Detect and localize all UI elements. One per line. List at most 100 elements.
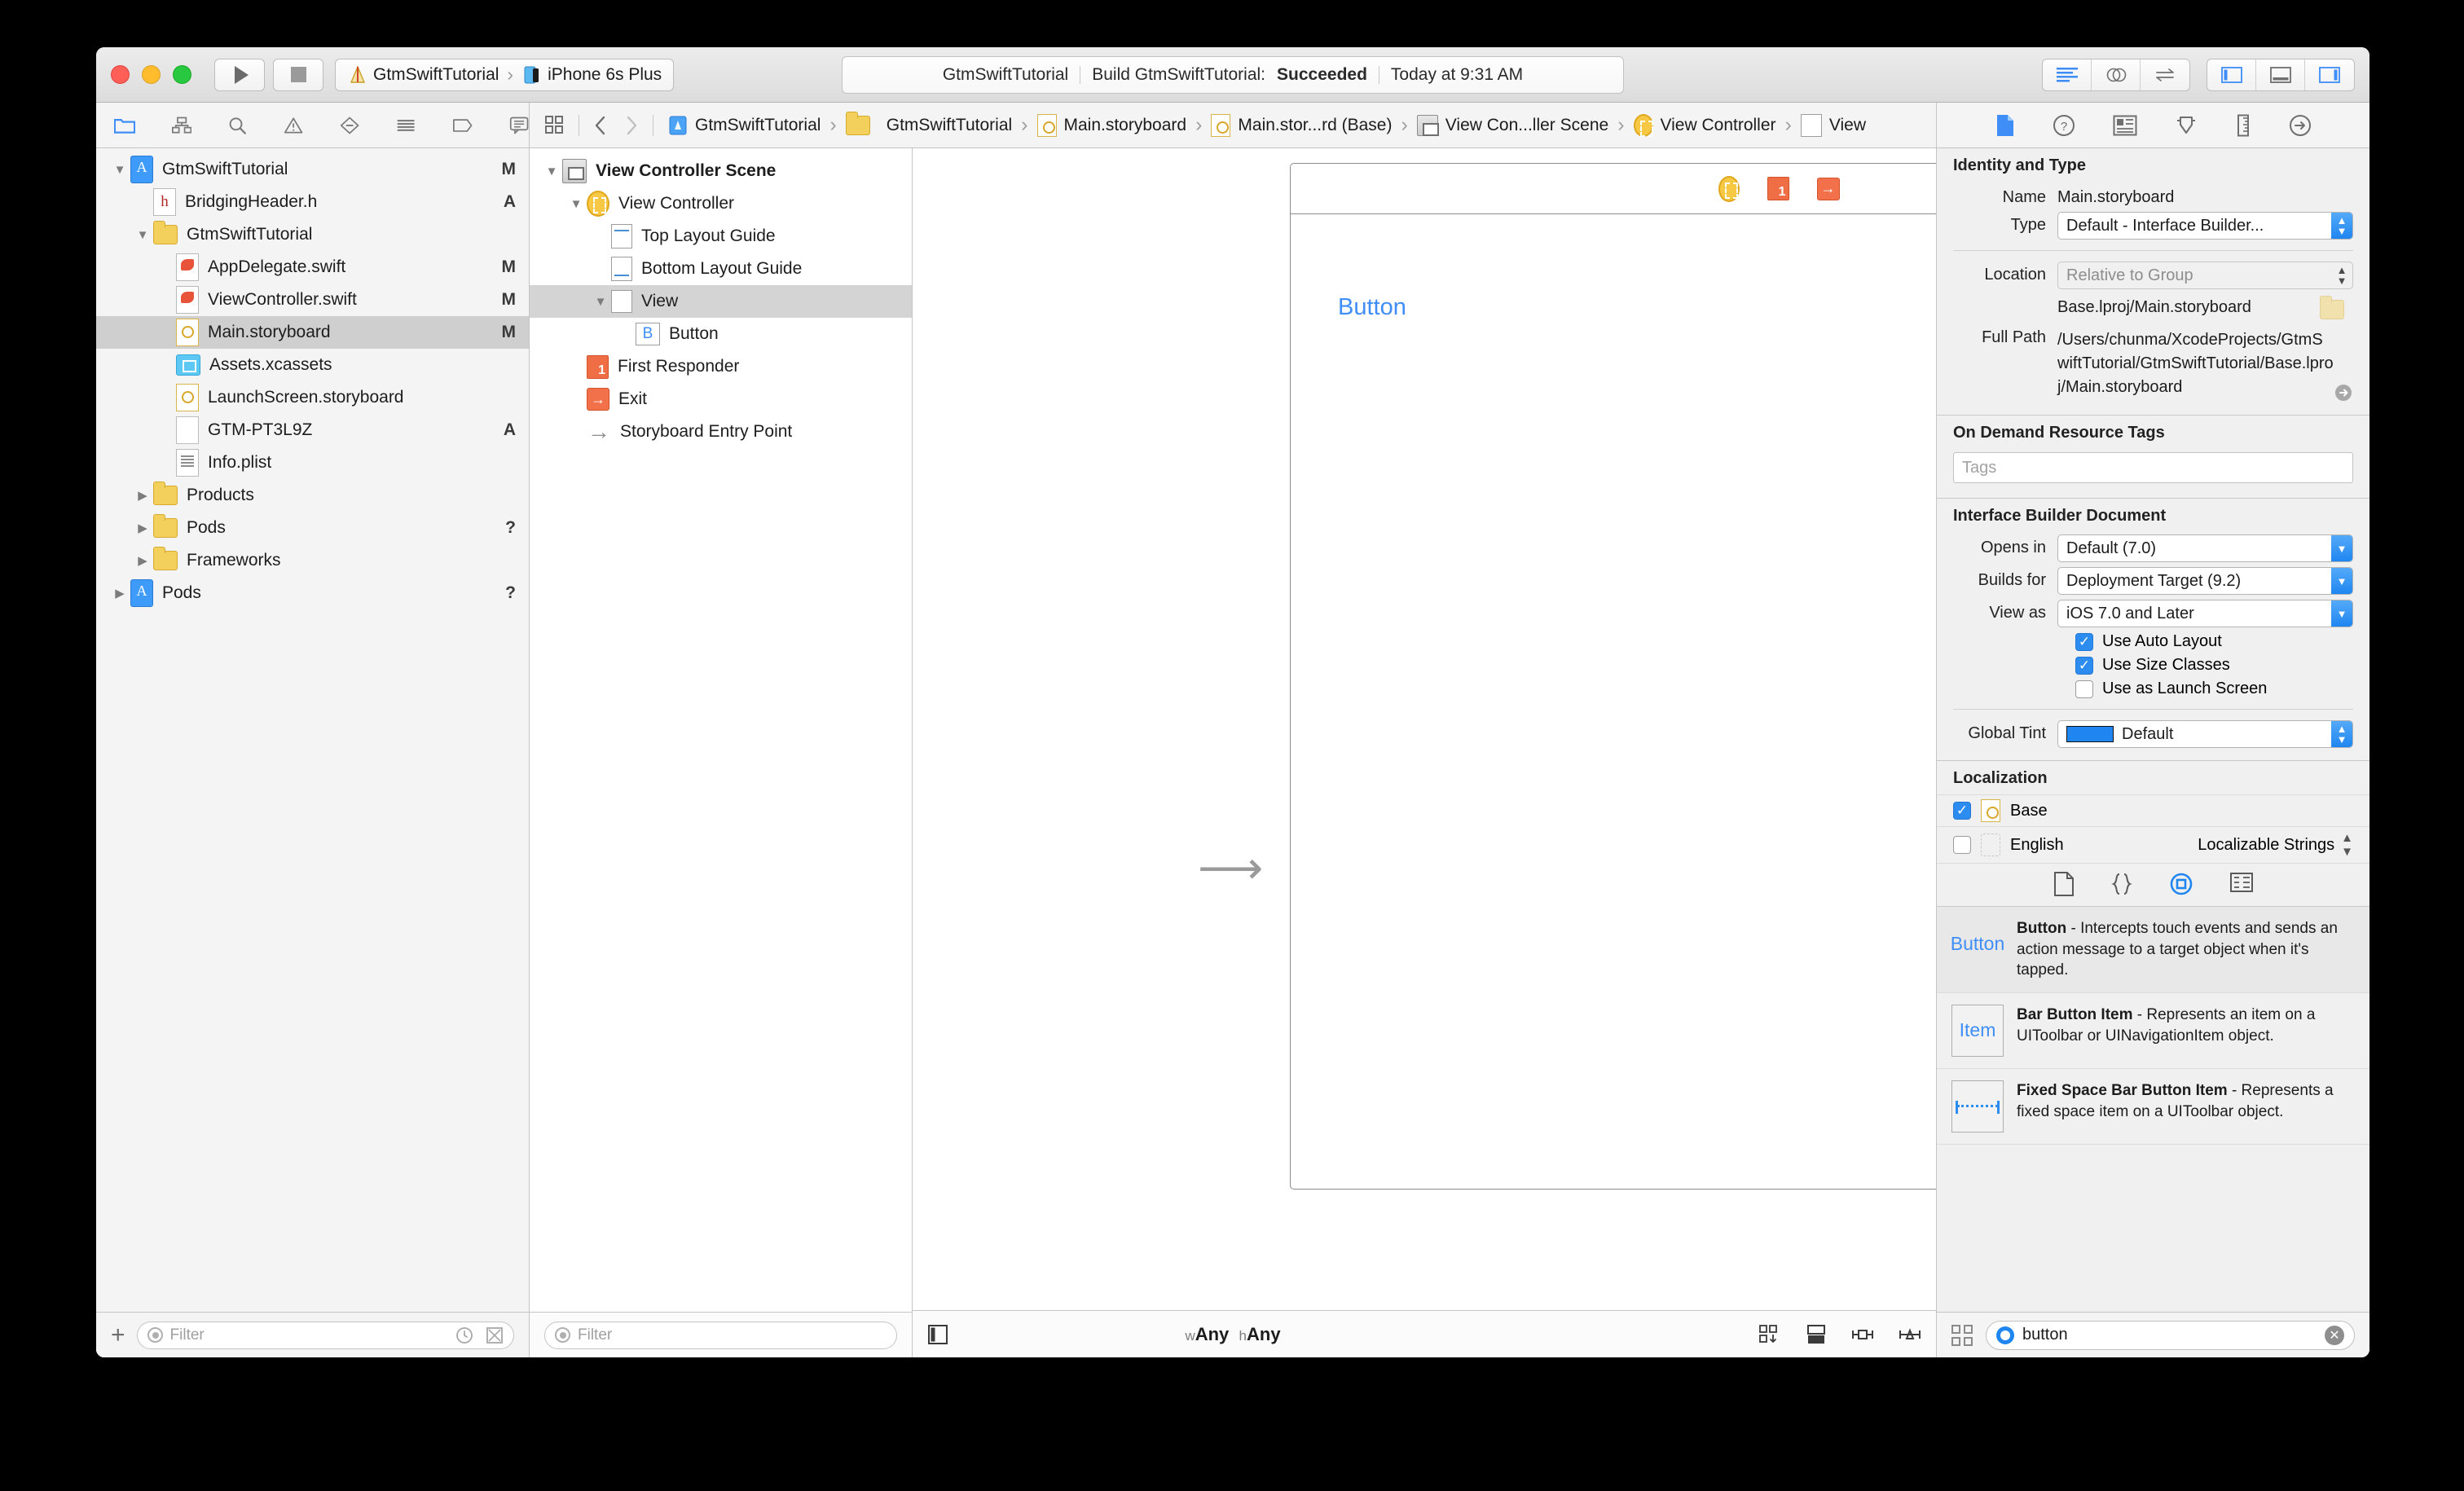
exit-icon[interactable] — [1816, 177, 1840, 200]
project-navigator-tree[interactable]: GtmSwiftTutorial M BridgingHeader.h A GtmSwi… — [96, 148, 529, 1312]
navigator-row[interactable]: Info.plist — [96, 446, 529, 479]
attributes-inspector-icon[interactable] — [2175, 114, 2198, 137]
interface-builder-icon[interactable] — [2169, 872, 2193, 896]
reveal-in-finder-icon[interactable] — [2334, 383, 2353, 402]
location-popup[interactable]: Relative to Group ▲ ▼ — [2057, 262, 2353, 289]
toggle-debug-button[interactable] — [2256, 59, 2305, 90]
outline-row[interactable]: View — [530, 285, 912, 318]
warning-icon[interactable] — [284, 115, 303, 136]
toggle-document-outline-icon[interactable] — [927, 1324, 948, 1345]
scheme-selector[interactable]: GtmSwiftTutorial › iPhone 6s Plus — [335, 58, 675, 91]
breadcrumb-view[interactable]: View — [1799, 113, 1868, 137]
forward-button[interactable] — [623, 115, 640, 136]
breakpoint-icon[interactable] — [452, 117, 473, 134]
breadcrumb-group[interactable]: GtmSwiftTutorial — [844, 111, 1014, 135]
navigator-row[interactable]: GTM-PT3L9Z A — [96, 414, 529, 446]
outline-row[interactable]: View Controller — [530, 187, 912, 220]
outline-row[interactable]: Button — [530, 318, 912, 350]
localization-row-english[interactable]: English Localizable Strings ▲ ▼ — [1937, 826, 2369, 863]
outline-row[interactable]: Top Layout Guide — [530, 220, 912, 253]
add-file-button[interactable]: + — [111, 1322, 125, 1348]
breadcrumb-project[interactable]: GtmSwiftTutorial — [667, 115, 822, 136]
navigator-row[interactable]: Products — [96, 479, 529, 512]
file-inspector-icon[interactable] — [1995, 114, 2015, 137]
test-icon[interactable] — [340, 115, 359, 136]
disclosure-triangle[interactable] — [132, 488, 153, 503]
search-icon[interactable] — [228, 115, 247, 136]
outline-row[interactable]: Exit — [530, 383, 912, 416]
strings-file-icon[interactable] — [2229, 872, 2254, 893]
breadcrumb-scene[interactable]: View Con...ller Scene — [1415, 114, 1610, 136]
navigator-row[interactable]: Main.storyboard M — [96, 316, 529, 349]
source-control-icon[interactable] — [171, 116, 192, 135]
navigator-row[interactable]: Pods? — [96, 577, 529, 609]
size-class-indicator[interactable]: wAny hAny — [1185, 1324, 1280, 1345]
disclosure-triangle[interactable] — [565, 197, 587, 211]
document-outline-tree[interactable]: View Controller Scene View Controller Top … — [530, 148, 912, 1312]
outline-filter-input[interactable]: Filter — [544, 1321, 897, 1349]
assistant-editor-button[interactable] — [2092, 59, 2141, 90]
stop-button[interactable] — [273, 58, 323, 91]
breadcrumb-storyboard-base[interactable]: Main.stor...rd (Base) — [1209, 113, 1393, 137]
first-responder-icon[interactable] — [1767, 177, 1789, 200]
view-as-popup[interactable]: iOS 7.0 and Later ▼ — [2057, 600, 2353, 627]
close-button[interactable] — [111, 65, 130, 84]
outline-row[interactable]: First Responder — [530, 350, 912, 383]
library-view-mode-icon[interactable] — [1951, 1324, 1973, 1346]
navigator-row[interactable]: GtmSwiftTutorial — [96, 218, 529, 251]
navigator-row[interactable]: LaunchScreen.storyboard — [96, 381, 529, 414]
chevron-updown-icon[interactable]: ▲ ▼ — [2341, 831, 2353, 859]
report-icon[interactable] — [509, 115, 529, 136]
builds-for-popup[interactable]: Deployment Target (9.2) ▼ — [2057, 567, 2353, 595]
interface-builder-canvas[interactable]: ⟶ Button — [913, 148, 1936, 1310]
toggle-inspector-button[interactable] — [2305, 59, 2354, 90]
auto-layout-issues-icon[interactable] — [1758, 1324, 1781, 1345]
choose-folder-icon[interactable] — [2320, 296, 2344, 319]
library-search-input[interactable]: button ✕ — [1986, 1320, 2355, 1350]
back-button[interactable] — [592, 115, 609, 136]
disclosure-triangle[interactable] — [109, 586, 130, 600]
disclosure-triangle[interactable] — [109, 163, 130, 177]
type-popup[interactable]: Default - Interface Builder... ▲ ▼ — [2057, 212, 2353, 240]
disclosure-triangle[interactable] — [541, 165, 562, 178]
use-size-classes-checkbox[interactable]: Use Size Classes — [1937, 653, 2369, 677]
view-controller-icon[interactable] — [1718, 175, 1740, 202]
align-icon[interactable] — [1851, 1324, 1874, 1345]
inspector-scroll-area[interactable]: Identity and Type Name Main.storyboard T… — [1937, 148, 2369, 1312]
outline-row[interactable]: Bottom Layout Guide — [530, 253, 912, 285]
standard-editor-button[interactable] — [2043, 59, 2092, 90]
recent-files-filter-icon[interactable] — [455, 1326, 473, 1344]
library-item-bar-button-item[interactable]: Item Bar Button Item - Represents an ite… — [1937, 993, 2369, 1069]
breadcrumb-view-controller[interactable]: View Controller — [1632, 113, 1778, 137]
version-editor-button[interactable] — [2141, 59, 2189, 90]
minimize-button[interactable] — [142, 65, 161, 84]
folder-icon[interactable] — [114, 116, 135, 135]
global-tint-popup[interactable]: Default ▲ ▼ — [2057, 720, 2353, 748]
navigator-row[interactable]: AppDelegate.swift M — [96, 251, 529, 284]
library-item-button[interactable]: Button Button - Intercepts touch events … — [1937, 907, 2369, 993]
navigator-row[interactable]: Assets.xcassets — [96, 349, 529, 381]
disclosure-triangle[interactable] — [132, 228, 153, 242]
disclosure-triangle[interactable] — [590, 295, 611, 309]
use-auto-layout-checkbox[interactable]: Use Auto Layout — [1937, 630, 2369, 653]
zoom-button[interactable] — [173, 65, 191, 84]
navigator-row[interactable]: BridgingHeader.h A — [96, 186, 529, 218]
view-controller-canvas[interactable]: Button — [1290, 163, 1936, 1190]
run-button[interactable] — [214, 58, 265, 91]
navigator-row[interactable]: Frameworks — [96, 544, 529, 577]
quick-help-icon[interactable]: ? — [2053, 114, 2075, 137]
navigator-row[interactable]: Pods? — [96, 512, 529, 544]
outline-row[interactable]: Storyboard Entry Point — [530, 416, 912, 448]
clear-search-icon[interactable]: ✕ — [2325, 1325, 2344, 1345]
outline-row[interactable]: View Controller Scene — [530, 155, 912, 187]
debug-icon[interactable] — [396, 116, 416, 135]
localization-row-base[interactable]: Base — [1937, 794, 2369, 826]
breadcrumb-storyboard[interactable]: Main.storyboard — [1036, 113, 1189, 137]
canvas-button[interactable]: Button — [1338, 294, 1406, 321]
file-type-icon[interactable] — [2053, 872, 2075, 896]
related-items-icon[interactable] — [544, 115, 565, 136]
view-canvas[interactable]: Button — [1291, 214, 1936, 1189]
strings-dict-icon[interactable] — [2110, 872, 2133, 896]
source-control-filter-icon[interactable] — [486, 1326, 504, 1344]
pin-icon[interactable] — [1899, 1324, 1921, 1345]
